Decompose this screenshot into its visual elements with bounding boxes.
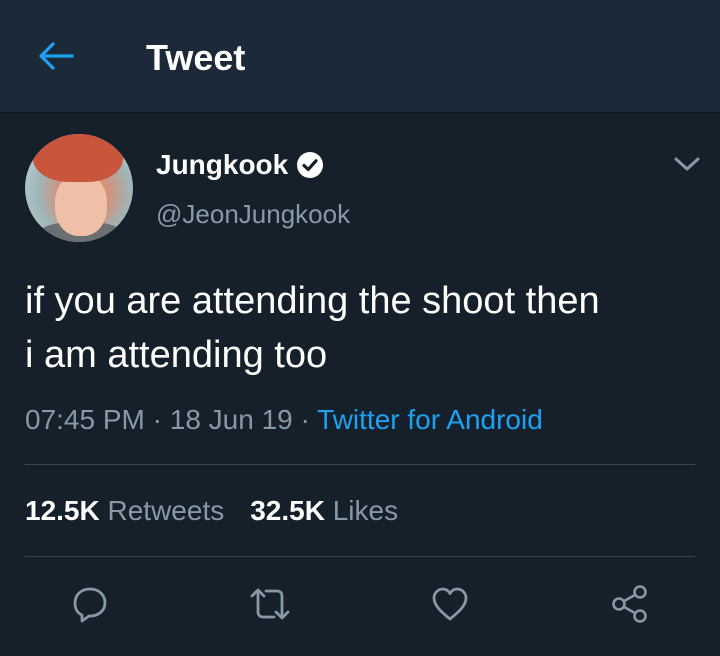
tweet-text-line-1: if you are attending the shoot then (25, 280, 600, 322)
retweets-stat[interactable]: 12.5K Retweets (25, 495, 224, 526)
likes-label: Likes (332, 495, 399, 526)
reply-button[interactable] (68, 582, 112, 626)
avatar-hair (33, 134, 123, 182)
meta-separator: · (144, 404, 170, 435)
author-handle[interactable]: @JeonJungkook (156, 198, 350, 230)
tweet-time: 07:45 PM (25, 404, 145, 435)
top-bar: Tweet (0, 0, 720, 113)
tweet-meta: 07:45 PM · 18 Jun 19 · Twitter for Andro… (25, 402, 543, 438)
meta-separator: · (292, 404, 318, 435)
author-name: Jungkook (156, 149, 289, 180)
back-button[interactable] (36, 36, 76, 76)
retweet-button[interactable] (248, 582, 292, 626)
avatar[interactable] (25, 134, 133, 242)
retweets-count: 12.5K (25, 495, 100, 526)
share-button[interactable] (608, 582, 652, 626)
tweet-source-link[interactable]: Twitter for Android (317, 404, 543, 435)
heart-icon (432, 587, 468, 621)
verified-badge-icon (296, 151, 324, 179)
share-icon (612, 585, 647, 623)
author-name-row[interactable]: Jungkook (156, 148, 324, 182)
like-button[interactable] (428, 582, 472, 626)
likes-count: 32.5K (250, 495, 325, 526)
arrow-left-icon (39, 42, 74, 70)
avatar-face (55, 174, 107, 236)
chevron-down-icon (674, 157, 700, 171)
tweet-text-line-2: i am attending too (25, 334, 328, 376)
tweet-date: 18 Jun 19 (169, 404, 293, 435)
tweet-stats: 12.5K Retweets 32.5K Likes (25, 493, 398, 529)
tweet-text: if you are attending the shoot then i am… (25, 274, 705, 382)
page-title: Tweet (146, 37, 246, 78)
retweet-icon (250, 588, 290, 620)
reply-icon (73, 587, 107, 623)
divider (25, 464, 695, 465)
likes-stat[interactable]: 32.5K Likes (250, 495, 398, 526)
retweets-label: Retweets (107, 495, 225, 526)
divider (25, 556, 695, 557)
tweet-options-button[interactable] (670, 150, 704, 178)
